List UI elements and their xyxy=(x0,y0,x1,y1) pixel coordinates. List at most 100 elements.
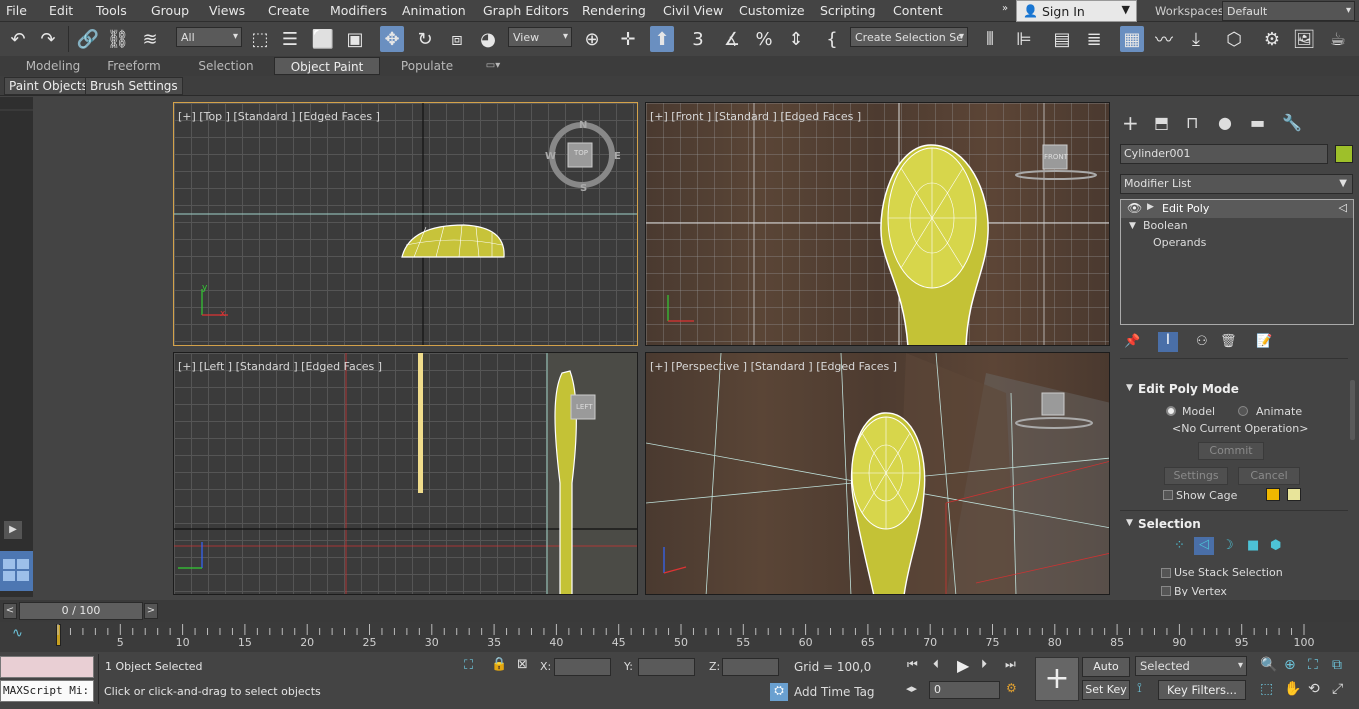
angle-snap-icon[interactable]: ∡ xyxy=(720,26,744,52)
scene-explorer-icon[interactable]: ▤ xyxy=(1050,26,1074,52)
previous-frame-icon[interactable]: ⏴ xyxy=(933,657,939,672)
key-filters-button[interactable]: Key Filters... xyxy=(1158,680,1246,700)
zoom-extents-all-icon[interactable]: ⧉ xyxy=(1332,657,1342,673)
menu-group[interactable]: Group xyxy=(151,3,189,18)
auto-key-button[interactable]: Auto Key xyxy=(1082,657,1130,691)
menu-rendering[interactable]: Rendering xyxy=(582,3,646,18)
use-stack-selection-checkbox[interactable] xyxy=(1161,568,1171,578)
go-to-end-icon[interactable]: ⏭ xyxy=(1005,657,1016,672)
next-frame-button[interactable]: > xyxy=(144,603,158,619)
maxscript-mini-listener[interactable]: MAXScript Mi: xyxy=(0,680,94,702)
select-object-icon[interactable]: ⬚ xyxy=(248,26,272,52)
ribbon-options-icon[interactable]: ▭▾ xyxy=(478,57,508,75)
viewport-top[interactable]: [+] [Top ] [Standard ] [Edged Faces ] TO… xyxy=(173,102,638,346)
edit-poly-mode-title[interactable]: Edit Poly Mode xyxy=(1138,382,1239,396)
scale-icon[interactable]: ⧈ xyxy=(445,26,469,52)
menu-views[interactable]: Views xyxy=(209,3,245,18)
tab-freeform[interactable]: Freeform xyxy=(96,57,172,75)
time-config-icon[interactable]: ⚙ xyxy=(1006,681,1017,695)
time-slider-thumb[interactable]: 0 / 100 xyxy=(19,602,143,620)
viewport-layout-icon[interactable] xyxy=(0,551,33,591)
viewport-label-left[interactable]: [+] [Left ] [Standard ] [Edged Faces ] xyxy=(178,360,382,373)
window-crossing-icon[interactable]: ▣ xyxy=(343,26,367,52)
menu-edit[interactable]: Edit xyxy=(49,3,73,18)
selection-lock-icon[interactable]: 🔒 xyxy=(491,657,507,672)
menu-modifiers[interactable]: Modifiers xyxy=(330,3,387,18)
isolate-selection-icon[interactable]: ⛶ xyxy=(464,658,473,673)
x-coordinate-field[interactable] xyxy=(554,658,611,676)
menu-customize[interactable]: Customize xyxy=(739,3,805,18)
tab-object-paint[interactable]: Object Paint xyxy=(274,57,380,75)
remove-modifier-icon[interactable]: 🗑 xyxy=(1220,334,1237,349)
viewport-label-perspective[interactable]: [+] [Perspective ] [Standard ] [Edged Fa… xyxy=(650,360,897,373)
polygon-icon[interactable]: ■ xyxy=(1247,538,1259,553)
maxscript-listener-pink[interactable] xyxy=(0,656,94,678)
y-coordinate-field[interactable] xyxy=(638,658,695,676)
track-bar[interactable]: ∿ 5 10 15 20 25 30 35 40 45 50 55 60 65 70 75 80 85 90 95 1… xyxy=(0,622,1359,652)
viewport-left[interactable]: [+] [Left ] [Standard ] [Edged Faces ] L… xyxy=(173,352,638,595)
workspaces-dropdown[interactable]: Default xyxy=(1222,1,1355,21)
menu-civil-view[interactable]: Civil View xyxy=(663,3,723,18)
configure-modifier-sets-icon[interactable]: 📝 xyxy=(1256,334,1272,349)
select-by-name-icon[interactable]: ☰ xyxy=(278,26,302,52)
zoom-extents-icon[interactable]: ⛶ xyxy=(1308,657,1318,673)
key-mode-icon[interactable]: ⟟ xyxy=(1137,681,1142,696)
undo-icon[interactable]: ↶ xyxy=(6,26,30,52)
menu-file[interactable]: File xyxy=(6,3,27,18)
show-end-result-icon[interactable]: Ⅰ xyxy=(1158,332,1178,352)
edit-named-selection-icon[interactable]: { xyxy=(820,26,844,52)
modifier-list-dropdown[interactable]: Modifier List ▼ xyxy=(1120,174,1353,194)
modify-tab-icon[interactable]: ⬒ xyxy=(1154,113,1169,132)
pin-stack-icon[interactable]: 📌 xyxy=(1124,334,1140,349)
stack-item-boolean[interactable]: Boolean xyxy=(1143,219,1188,232)
selection-filter-dropdown[interactable]: All xyxy=(176,27,242,47)
edge-icon[interactable]: ◁ xyxy=(1194,537,1214,555)
keyboard-shortcut-override-icon[interactable]: ⬆ xyxy=(650,26,674,52)
cage-selected-color-swatch[interactable] xyxy=(1287,488,1301,501)
rendered-frame-icon[interactable]: 🖼 xyxy=(1292,26,1316,52)
display-tab-icon[interactable]: ▬ xyxy=(1250,113,1265,132)
unlink-icon[interactable]: ⛓ xyxy=(106,26,130,52)
viewport-perspective[interactable]: [+] [Perspective ] [Standard ] [Edged Fa… xyxy=(645,352,1110,595)
current-frame-field[interactable]: 0 xyxy=(929,681,1000,699)
menu-tools[interactable]: Tools xyxy=(96,3,127,18)
menu-animation[interactable]: Animation xyxy=(402,3,466,18)
expand-arrow-icon[interactable]: ▼ xyxy=(1129,221,1136,231)
collapse-rollout-icon[interactable]: ▼ xyxy=(1126,383,1133,393)
animate-radio[interactable] xyxy=(1238,406,1248,416)
time-tag-icon[interactable]: ⛭ xyxy=(770,683,788,701)
tab-selection[interactable]: Selection xyxy=(186,57,266,75)
bind-space-warp-icon[interactable]: ≋ xyxy=(138,26,162,52)
viewport-label-top[interactable]: [+] [Top ] [Standard ] [Edged Faces ] xyxy=(178,110,380,123)
sign-in-button[interactable]: 👤 Sign In ▼ xyxy=(1016,0,1137,22)
model-radio[interactable] xyxy=(1166,406,1176,416)
menu-overflow-icon[interactable]: » xyxy=(1002,3,1008,14)
expand-arrow-icon[interactable]: ▶ xyxy=(1147,202,1154,212)
utilities-tab-icon[interactable]: 🔧 xyxy=(1282,113,1302,132)
menu-scripting[interactable]: Scripting xyxy=(820,3,876,18)
zoom-all-icon[interactable]: ⊕ xyxy=(1284,657,1296,673)
object-name-field[interactable]: Cylinder001 xyxy=(1120,144,1328,164)
zoom-icon[interactable]: 🔍 xyxy=(1260,657,1277,673)
key-mode-toggle-icon[interactable]: ◂▸ xyxy=(906,682,917,695)
play-icon[interactable]: ▶ xyxy=(957,656,969,675)
field-of-view-icon[interactable]: ⬚ xyxy=(1260,681,1273,697)
rotate-icon[interactable]: ↻ xyxy=(413,26,437,52)
absolute-mode-icon[interactable]: ⊠ xyxy=(517,657,528,672)
menu-content[interactable]: Content xyxy=(893,3,943,18)
vertex-icon[interactable]: ⁘ xyxy=(1174,538,1185,553)
key-mode-dropdown[interactable]: Selected xyxy=(1135,656,1247,676)
object-color-swatch[interactable] xyxy=(1335,145,1353,163)
selection-title[interactable]: Selection xyxy=(1138,517,1201,531)
set-keys-button[interactable]: + xyxy=(1035,657,1079,701)
stack-item-edit-poly[interactable]: 👁 ▶ Edit Poly ◁ xyxy=(1121,200,1353,218)
material-editor-icon[interactable]: ⬡ xyxy=(1222,26,1246,52)
border-icon[interactable]: ☽ xyxy=(1222,538,1234,553)
panel-scrollbar[interactable] xyxy=(1350,380,1355,440)
link-icon[interactable]: 🔗 xyxy=(76,26,100,52)
ref-coord-dropdown[interactable]: View xyxy=(508,27,572,47)
eye-icon[interactable]: 👁 xyxy=(1127,201,1142,215)
go-to-start-icon[interactable]: ⏮ xyxy=(907,657,918,672)
show-cage-checkbox[interactable] xyxy=(1163,490,1173,500)
named-selection-dropdown[interactable]: Create Selection Se xyxy=(850,27,968,47)
